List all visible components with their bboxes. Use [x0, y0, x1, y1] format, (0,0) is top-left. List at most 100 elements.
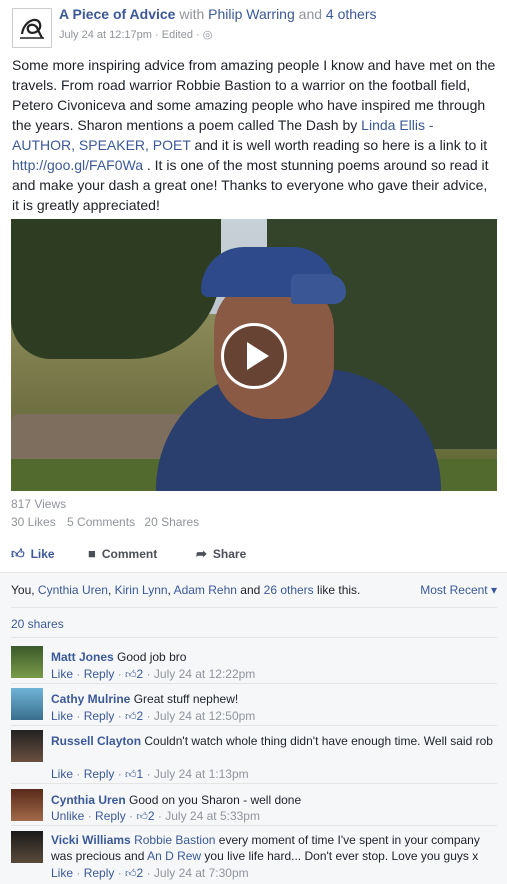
- comment-author[interactable]: Cynthia Uren: [51, 793, 126, 807]
- with-text: with: [179, 6, 205, 22]
- shares-count[interactable]: 20 Shares: [144, 515, 199, 529]
- avatar[interactable]: [11, 646, 43, 678]
- comment-body: Great stuff nephew!: [133, 692, 239, 706]
- divider: [11, 637, 497, 638]
- comment-meta: Like · Reply · 👍︎2 · July 24 at 7:30pm: [51, 866, 249, 880]
- comment-like-count[interactable]: 2: [137, 667, 144, 681]
- timestamp-link[interactable]: July 24 at 12:17pm: [59, 29, 152, 41]
- likes-comma-1: ,: [107, 583, 115, 597]
- divider: [11, 725, 497, 726]
- comment-button[interactable]: ■ Comment: [88, 546, 157, 561]
- comment-reply-link[interactable]: Reply: [84, 667, 115, 681]
- comment-like-count[interactable]: 2: [137, 866, 144, 880]
- comment-reply-link[interactable]: Reply: [84, 866, 115, 880]
- comment-like-link[interactable]: Like: [51, 709, 73, 723]
- sort-label: Most Recent: [420, 583, 488, 597]
- likes-you: You,: [11, 583, 38, 597]
- poem-url-link[interactable]: http://goo.gl/FAF0Wa: [12, 157, 143, 173]
- avatar[interactable]: [11, 789, 43, 821]
- divider: [11, 825, 497, 826]
- likes-suffix: like this.: [313, 583, 361, 597]
- divider: [11, 783, 497, 784]
- video-person-cap-brim: [291, 274, 346, 304]
- comment-text: Cathy Mulrine Great stuff nephew!: [51, 691, 497, 707]
- comment-body: Good on you Sharon - well done: [129, 793, 302, 807]
- globe-icon[interactable]: ◎: [203, 29, 213, 41]
- meta-separator: ·: [155, 29, 159, 41]
- post-text-part-3: and it is well worth reading so here is …: [190, 137, 488, 153]
- comment-author[interactable]: Vicki Williams: [51, 833, 131, 847]
- comment-unlike-link[interactable]: Unlike: [51, 809, 84, 823]
- edited-link[interactable]: Edited: [162, 29, 193, 41]
- play-icon: [247, 342, 269, 370]
- page-logo-icon: [20, 18, 44, 39]
- comment-like-link[interactable]: Like: [51, 767, 73, 781]
- comment-text: Cynthia Uren Good on you Sharon - well d…: [51, 792, 497, 808]
- divider: [11, 607, 497, 608]
- comment-like-count[interactable]: 2: [137, 709, 144, 723]
- feedback-section: You, Cynthia Uren, Kirin Lynn, Adam Rehn…: [0, 572, 507, 884]
- comment-time[interactable]: July 24 at 5:33pm: [165, 809, 260, 823]
- sort-dropdown[interactable]: Most Recent ▾: [420, 583, 497, 597]
- post-header: A Piece of Advice with Philip Warring an…: [0, 0, 507, 50]
- like-label: Like: [30, 547, 55, 561]
- comment-time[interactable]: July 24 at 12:50pm: [154, 709, 255, 723]
- liker-link-3[interactable]: Adam Rehn: [174, 583, 237, 597]
- comment-body: you live life hard... Don't ever stop. L…: [201, 849, 479, 863]
- play-button[interactable]: [221, 323, 287, 389]
- likes-count[interactable]: 30 Likes: [11, 515, 56, 529]
- comment-author[interactable]: Cathy Mulrine: [51, 692, 130, 706]
- comment-like-link[interactable]: Like: [51, 866, 73, 880]
- comment-like-link[interactable]: Like: [51, 667, 73, 681]
- liker-link-2[interactable]: Kirin Lynn: [115, 583, 168, 597]
- share-label: Share: [212, 547, 247, 561]
- comment-meta: Like · Reply · 👍︎2 · July 24 at 12:50pm: [51, 709, 256, 723]
- page-name-link[interactable]: A Piece of Advice: [59, 6, 175, 22]
- video-player[interactable]: [11, 219, 497, 491]
- mention-link[interactable]: Robbie Bastion: [134, 833, 215, 847]
- share-arrow-icon: ➦: [196, 546, 207, 561]
- video-views: 817 Views: [11, 497, 67, 511]
- comment-author[interactable]: Matt Jones: [51, 650, 114, 664]
- shares-link[interactable]: 20 shares: [11, 617, 64, 631]
- tagged-person-link[interactable]: Philip Warring: [208, 6, 295, 22]
- comment-body: Couldn't watch whole thing didn't have e…: [144, 734, 493, 748]
- comment-reply-link[interactable]: Reply: [84, 767, 115, 781]
- action-bar: 👍︎ Like ■ Comment ➦ Share: [0, 540, 507, 570]
- likes-others-link[interactable]: 26 others: [264, 583, 314, 597]
- comments-count[interactable]: 5 Comments: [67, 515, 135, 529]
- comment-label: Comment: [101, 546, 158, 561]
- others-link[interactable]: 4 others: [326, 6, 377, 22]
- caret-down-icon: ▾: [490, 583, 497, 597]
- like-button[interactable]: 👍︎ Like: [11, 546, 55, 562]
- likes-summary: You, Cynthia Uren, Kirin Lynn, Adam Rehn…: [11, 583, 360, 597]
- share-button[interactable]: ➦ Share: [196, 546, 246, 562]
- thumbs-up-icon: 👍︎: [125, 868, 137, 880]
- comment-like-count[interactable]: 2: [148, 809, 155, 823]
- thumbs-up-icon: 👍︎: [125, 711, 137, 723]
- post: A Piece of Advice with Philip Warring an…: [0, 0, 507, 884]
- comment-time[interactable]: July 24 at 1:13pm: [154, 767, 249, 781]
- avatar[interactable]: [11, 688, 43, 720]
- comment-author[interactable]: Russell Clayton: [51, 734, 141, 748]
- comment-reply-link[interactable]: Reply: [84, 709, 115, 723]
- avatar[interactable]: [11, 831, 43, 863]
- mention-link[interactable]: An D Rew: [147, 849, 201, 863]
- comment-meta: Like · Reply · 👍︎1 · July 24 at 1:13pm: [51, 767, 249, 781]
- comment-meta: Unlike · Reply · 👍︎2 · July 24 at 5:33pm: [51, 809, 260, 823]
- liker-link-1[interactable]: Cynthia Uren: [38, 583, 108, 597]
- comment-time[interactable]: July 24 at 12:22pm: [154, 667, 255, 681]
- divider: [11, 683, 497, 684]
- comment-reply-link[interactable]: Reply: [95, 809, 126, 823]
- comment-meta: Like · Reply · 👍︎2 · July 24 at 12:22pm: [51, 667, 256, 681]
- comment-time[interactable]: July 24 at 7:30pm: [154, 866, 249, 880]
- thumbs-up-icon: 👍︎: [125, 769, 137, 781]
- and-text: and: [298, 6, 323, 22]
- comment-like-count[interactable]: 1: [137, 767, 144, 781]
- page-avatar[interactable]: [12, 8, 52, 48]
- header-title-line: A Piece of Advice with Philip Warring an…: [59, 6, 377, 22]
- thumbs-up-icon: 👍︎: [11, 546, 25, 561]
- avatar[interactable]: [11, 730, 43, 762]
- post-text: Some more inspiring advice from amazing …: [12, 55, 498, 215]
- post-stats: 30 Likes 5 Comments 20 Shares: [11, 515, 205, 529]
